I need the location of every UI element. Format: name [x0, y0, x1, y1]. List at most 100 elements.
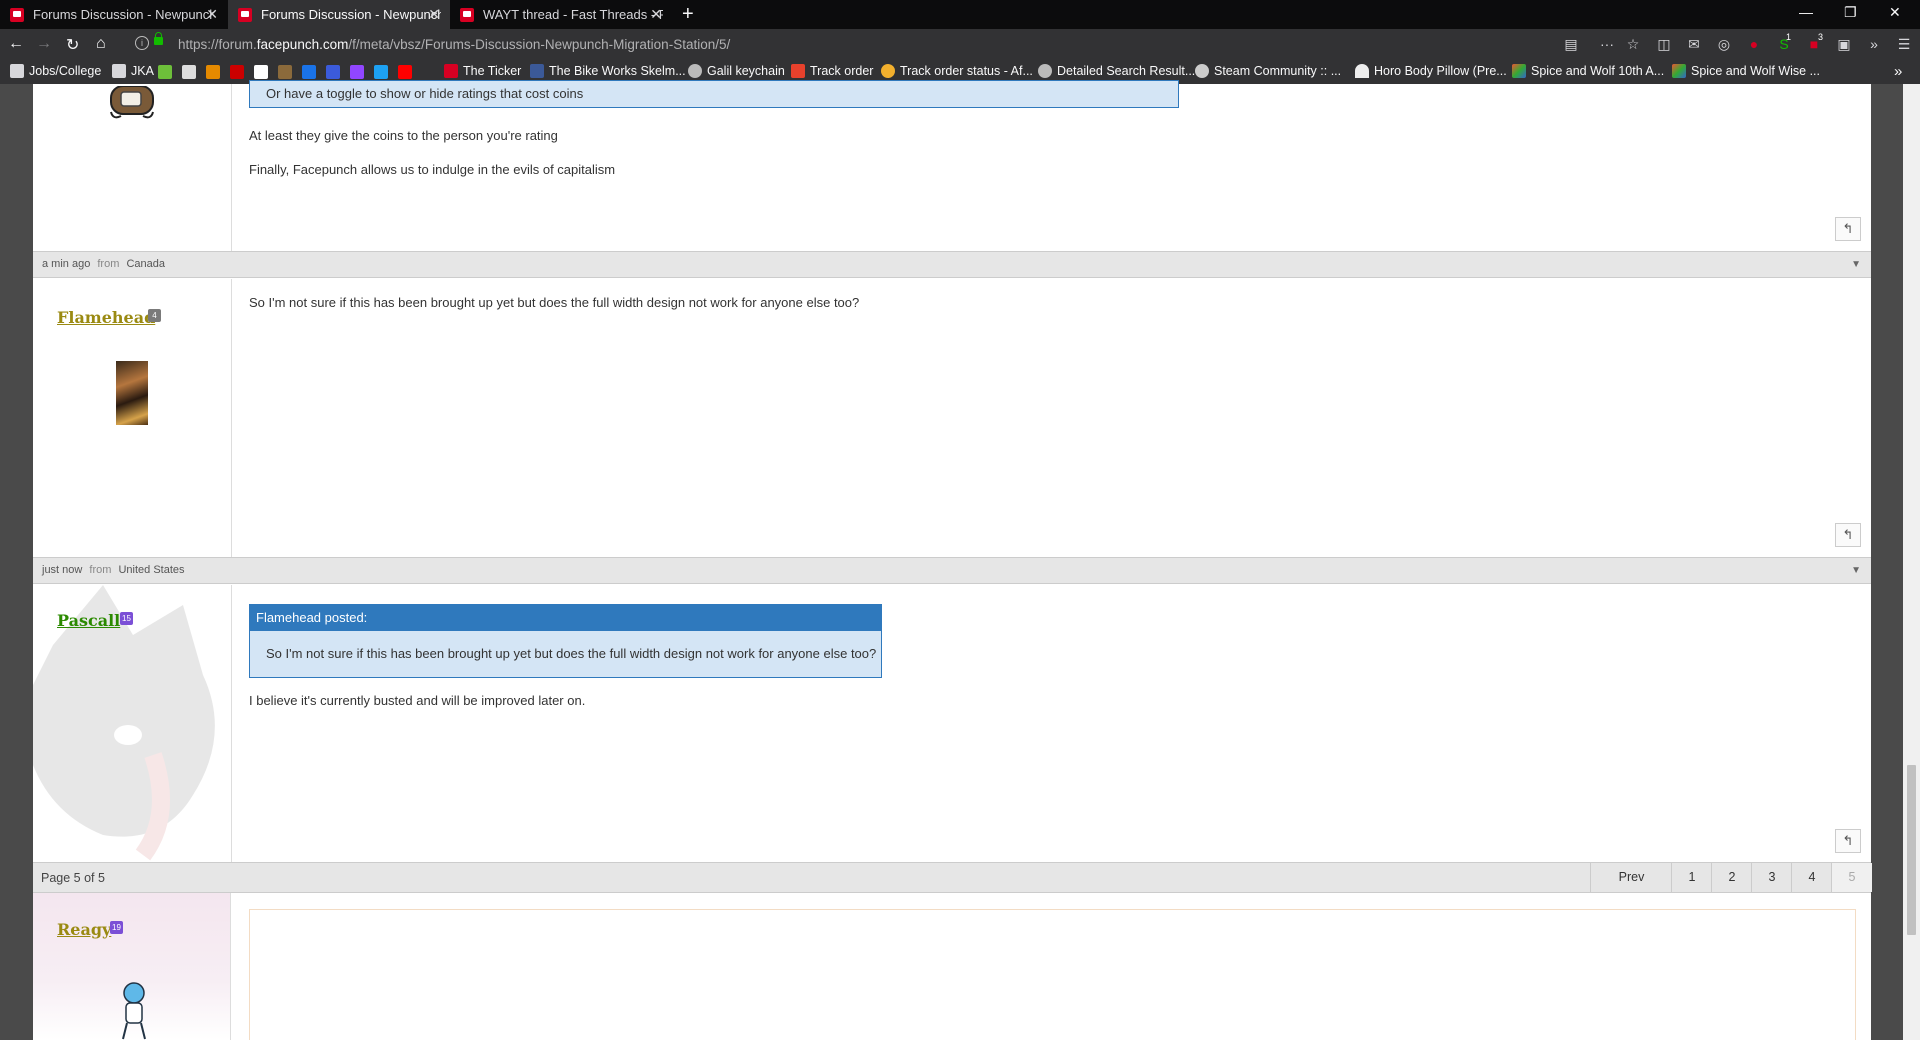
reply-button[interactable]: ↰: [1835, 217, 1861, 241]
tab-wayt-thread[interactable]: WAYT thread - Fast Threads - F ✕: [450, 0, 672, 29]
bookmark-jobs-college[interactable]: Jobs/College: [10, 64, 101, 78]
bookmark-reddit-icon[interactable]: [182, 65, 196, 79]
bookmark-star-icon[interactable]: ☆: [1625, 36, 1641, 52]
post-paragraph: I believe it's currently busted and will…: [249, 693, 586, 708]
bookmark-the-ticker[interactable]: The Ticker: [444, 64, 521, 78]
page-4-button[interactable]: 4: [1791, 863, 1832, 892]
page-indicator: Page 5 of 5: [41, 871, 105, 885]
bookmark-n-icon[interactable]: [326, 65, 340, 79]
bookmark-label: Spice and Wolf 10th A...: [1531, 64, 1665, 78]
close-tab-icon[interactable]: ✕: [428, 6, 440, 23]
amazon-icon[interactable]: [254, 65, 268, 79]
xbox-icon: [1512, 64, 1526, 78]
reply-arrow-icon: ↰: [1842, 833, 1854, 848]
url-text[interactable]: https://forum.facepunch.com/f/meta/vbsz/…: [178, 37, 730, 52]
twitter-icon[interactable]: [374, 65, 388, 79]
bookmark-green-icon[interactable]: [158, 65, 172, 79]
bookmarks-overflow-icon[interactable]: »: [1894, 63, 1902, 80]
bookmark-bike-works[interactable]: The Bike Works Skelm...: [530, 64, 686, 78]
twitch-icon[interactable]: [350, 65, 364, 79]
user-avatar[interactable]: [117, 981, 151, 1040]
post-time: just now: [42, 564, 83, 576]
bookmark-label: Galil keychain: [707, 64, 785, 78]
bookmark-label: The Bike Works Skelm...: [549, 64, 686, 78]
bookmark-label: Jobs/College: [29, 64, 102, 78]
overflow-chevron-icon[interactable]: »: [1866, 36, 1882, 52]
bookmark-red-icon[interactable]: [230, 65, 244, 79]
bookmark-track-order[interactable]: Track order: [791, 64, 873, 78]
username-pascall[interactable]: Pascall: [57, 611, 120, 630]
forward-icon[interactable]: →: [36, 35, 52, 53]
youtube-icon[interactable]: [398, 65, 412, 79]
bookmark-label: Track order status - Af...: [900, 64, 1033, 78]
sidebar-icon[interactable]: ◫: [1656, 36, 1672, 52]
reload-icon[interactable]: ↻: [66, 35, 79, 55]
mail-icon[interactable]: ✉: [1686, 36, 1702, 52]
username-reagy[interactable]: Reagy: [57, 920, 111, 939]
goodreads-icon[interactable]: ◎: [1716, 36, 1732, 52]
bookmark-spice-wolf-10th[interactable]: Spice and Wolf 10th A...: [1512, 64, 1664, 78]
facepunch-favicon-icon: [460, 7, 474, 22]
facebook-icon: [530, 64, 544, 78]
quote-author[interactable]: Flamehead posted:: [250, 605, 881, 631]
close-window-icon[interactable]: ✕: [1889, 4, 1901, 21]
prev-page-button[interactable]: Prev: [1590, 863, 1672, 892]
chevron-down-icon[interactable]: ▼: [1851, 252, 1861, 277]
chevron-down-icon[interactable]: ▼: [1851, 558, 1861, 583]
bookmark-galil-keychain[interactable]: Galil keychain: [688, 64, 785, 78]
close-tab-icon[interactable]: ✕: [206, 6, 218, 23]
reader-view-icon[interactable]: ▤: [1563, 36, 1579, 52]
bookmark-track-order-status[interactable]: Track order status - Af...: [881, 64, 1033, 78]
bookmark-blue-icon[interactable]: [302, 65, 316, 79]
page-actions-icon[interactable]: ···: [1599, 36, 1615, 52]
sync-badge: 1: [1786, 32, 1792, 42]
page-1-button[interactable]: 1: [1671, 863, 1712, 892]
bookmark-horo-pillow[interactable]: Horo Body Pillow (Pre...: [1355, 64, 1507, 78]
tab-forums-discussion-2[interactable]: Forums Discussion - Newpunch ✕: [228, 0, 450, 29]
ublock-icon[interactable]: ●: [1746, 36, 1762, 52]
username-flamehead[interactable]: Flamehead: [57, 308, 155, 327]
reply-button[interactable]: ↰: [1835, 523, 1861, 547]
post-paragraph: Finally, Facepunch allows us to indulge …: [249, 162, 616, 177]
bookmark-detailed-search[interactable]: Detailed Search Result...: [1038, 64, 1195, 78]
bookmark-jka[interactable]: JKA: [112, 64, 154, 78]
bookmark-brown-icon[interactable]: [278, 65, 292, 79]
user-avatar[interactable]: [116, 361, 148, 425]
user-badge: 15: [120, 612, 133, 625]
reply-button[interactable]: ↰: [1835, 829, 1861, 853]
thread-content: Flamehead 4 Pascall 15 Reagy 19 Or have …: [33, 80, 1872, 1040]
url-path: /f/meta/vbsz/Forums-Discussion-Newpunch-…: [348, 37, 731, 52]
close-tab-icon[interactable]: ✕: [650, 6, 662, 23]
post-body: Or have a toggle to show or hide ratings…: [232, 80, 1871, 251]
page-scrollbar[interactable]: [1903, 84, 1920, 1040]
bookmark-orange-icon[interactable]: [206, 65, 220, 79]
bookmark-steam-community[interactable]: Steam Community :: ...: [1195, 64, 1341, 78]
home-icon[interactable]: ⌂: [96, 35, 106, 53]
scroll-thumb[interactable]: [1907, 765, 1916, 935]
post-sidebar: Reagy 19: [33, 893, 231, 1040]
extension-icon[interactable]: ▣: [1836, 36, 1852, 52]
page-3-button[interactable]: 3: [1751, 863, 1792, 892]
info-icon[interactable]: i: [135, 36, 149, 50]
post-country: Canada: [126, 258, 165, 270]
back-icon[interactable]: ←: [8, 35, 24, 53]
post-from-label: from: [89, 564, 112, 576]
minimize-icon[interactable]: —: [1799, 4, 1813, 20]
user-avatar[interactable]: [107, 86, 157, 120]
tab-title: Forums Discussion - Newpunch: [33, 7, 213, 22]
post-sidebar: Flamehead 4: [33, 279, 232, 557]
url-bar[interactable]: i https://forum.facepunch.com/f/meta/vbs…: [130, 32, 1570, 58]
new-tab-icon[interactable]: +: [682, 3, 694, 26]
globe-icon: [1038, 64, 1052, 78]
reply-editor[interactable]: [249, 909, 1856, 1040]
post-meta-bar: just now from United States ▼: [33, 557, 1871, 584]
page-2-button[interactable]: 2: [1711, 863, 1752, 892]
tab-forums-discussion-1[interactable]: Forums Discussion - Newpunch ✕: [0, 0, 228, 29]
post-sidebar: Pascall 15: [33, 585, 232, 862]
bookmark-spice-wolf-wise[interactable]: Spice and Wolf Wise ...: [1672, 64, 1820, 78]
reply-arrow-icon: ↰: [1842, 221, 1854, 236]
restore-icon[interactable]: ❐: [1844, 4, 1857, 21]
web-page: Flamehead 4 Pascall 15 Reagy 19 Or have …: [0, 80, 1920, 1040]
menu-icon[interactable]: ☰: [1896, 36, 1912, 52]
post-time: a min ago: [42, 258, 91, 270]
